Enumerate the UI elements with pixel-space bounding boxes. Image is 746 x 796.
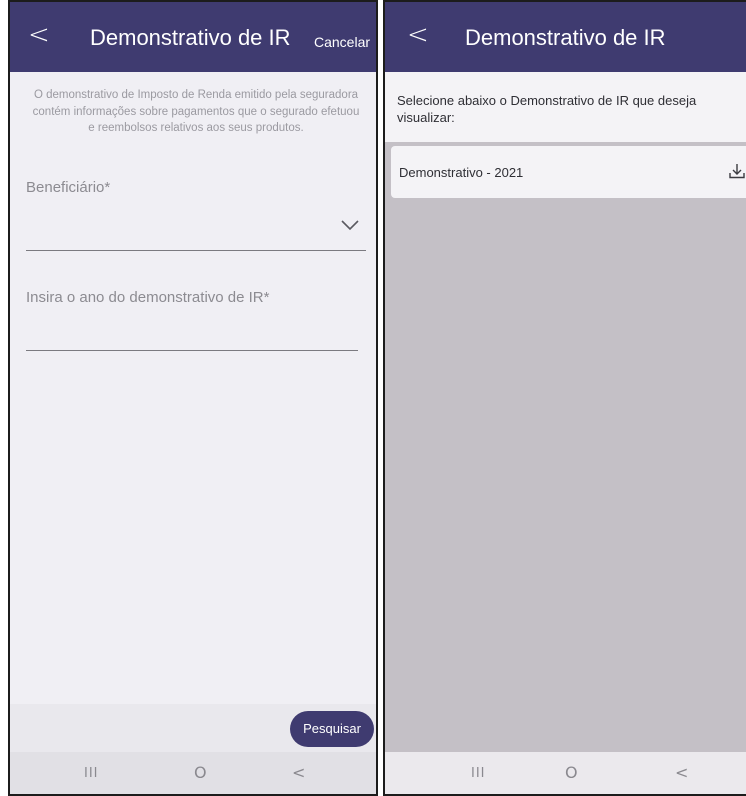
recent-apps-button[interactable]: III [471, 765, 486, 783]
page-title: Demonstrativo de IR [90, 25, 291, 50]
search-button[interactable]: Pesquisar [290, 711, 374, 747]
page-title: Demonstrativo de IR [465, 25, 666, 50]
back-button[interactable]: < [407, 20, 429, 50]
chevron-down-icon[interactable] [340, 218, 360, 232]
list-item[interactable]: Demonstrativo - 2021 [391, 146, 746, 198]
ano-input[interactable] [26, 350, 358, 351]
instruction-text: Selecione abaixo o Demonstrativo de IR q… [397, 93, 697, 125]
recent-apps-button[interactable]: III [84, 765, 99, 783]
beneficiario-label: Beneficiário* [26, 179, 111, 196]
home-button[interactable]: O [565, 764, 578, 782]
header: < Demonstrativo de IR Cancelar [10, 2, 376, 72]
download-icon[interactable] [729, 163, 745, 179]
results-screen: < Demonstrativo de IR Selecione abaixo o… [383, 0, 746, 796]
system-navbar: III O < [10, 752, 376, 794]
header: < Demonstrativo de IR [385, 2, 746, 72]
cancel-button[interactable]: Cancelar [314, 33, 370, 51]
system-back-button[interactable]: < [675, 764, 688, 782]
document-label: Demonstrativo - 2021 [399, 165, 524, 180]
system-navbar: III O < [385, 752, 746, 794]
intro-text: O demonstrativo de Imposto de Renda emit… [32, 89, 360, 134]
beneficiario-dropdown[interactable] [26, 250, 366, 251]
system-back-button[interactable]: < [292, 764, 305, 782]
home-button[interactable]: O [194, 764, 207, 782]
ano-label: Insira o ano do demonstrativo de IR* [26, 289, 270, 306]
back-button[interactable]: < [28, 20, 50, 50]
search-screen: < Demonstrativo de IR Cancelar O demonst… [8, 0, 378, 796]
